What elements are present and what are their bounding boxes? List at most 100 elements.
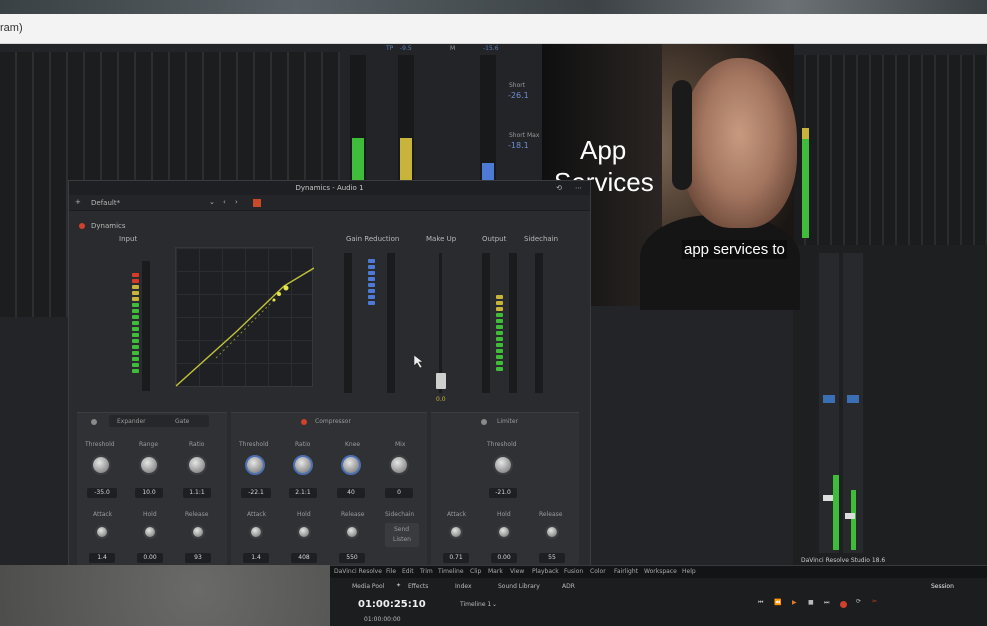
menu-timeline[interactable]: Timeline — [438, 568, 464, 575]
timeline-select[interactable]: Timeline 1 — [460, 601, 491, 608]
compressor-attack-knob[interactable] — [249, 525, 263, 539]
menu-clip[interactable]: Clip — [470, 568, 481, 575]
mixer-channel-strips: DaVinci Resolve Studio 18.6 — [793, 245, 987, 575]
expander-threshold-value[interactable]: -35.0 — [87, 488, 117, 498]
more-options-icon[interactable]: ⋯ — [575, 181, 582, 195]
menu-help[interactable]: Help — [682, 568, 696, 575]
limiter-title: Limiter — [497, 418, 519, 425]
expander-ratio-value[interactable]: 1.1:1 — [183, 488, 211, 498]
menu-color[interactable]: Color — [590, 568, 606, 575]
compressor-threshold-value[interactable]: -22.1 — [241, 488, 271, 498]
reset-icon[interactable]: ⟲ — [556, 181, 562, 195]
menu-fairlight[interactable]: Fairlight — [614, 568, 638, 575]
index-button[interactable]: Index — [455, 583, 472, 590]
transfer-curve-graph[interactable] — [175, 247, 315, 387]
compressor-threshold-knob[interactable] — [245, 455, 265, 475]
tp-label: TP — [386, 45, 394, 52]
menu-workspace[interactable]: Workspace — [644, 568, 677, 575]
bypass-icon[interactable] — [253, 199, 261, 207]
effects-button[interactable]: Effects — [408, 583, 428, 590]
limiter-attack-knob[interactable] — [449, 525, 463, 539]
effects-icon[interactable]: ✦ — [396, 582, 401, 589]
compressor-attack-value[interactable]: 1.4 — [243, 553, 269, 563]
expander-ratio-knob[interactable] — [187, 455, 207, 475]
desktop-background-top — [0, 0, 987, 14]
sidechain-meter — [535, 253, 543, 393]
compressor-title: Compressor — [315, 418, 351, 425]
dynamics-preset-bar: + Default* ⌄ ‹ › — [69, 195, 590, 211]
preset-dropdown-icon[interactable]: ⌄ — [209, 198, 215, 206]
expander-attack-value[interactable]: 1.4 — [89, 553, 115, 563]
add-preset-icon[interactable]: + — [75, 198, 81, 206]
compressor-hold-knob[interactable] — [297, 525, 311, 539]
compressor-mix-value[interactable]: 0 — [385, 488, 413, 498]
output-label: Output — [482, 235, 507, 243]
expander-enable-icon[interactable] — [91, 419, 97, 425]
next-preset-icon[interactable]: › — [235, 198, 238, 206]
send-label: Send — [394, 526, 410, 533]
compressor-release-value[interactable]: 550 — [339, 553, 365, 563]
menu-playback[interactable]: Playback — [532, 568, 559, 575]
compressor-ratio-knob[interactable] — [293, 455, 313, 475]
input-meter-right — [142, 261, 150, 391]
compressor-ratio-value[interactable]: 2.1:1 — [289, 488, 317, 498]
play-icon[interactable]: ▶ — [792, 599, 797, 606]
menu-edit[interactable]: Edit — [402, 568, 414, 575]
limiter-release-knob[interactable] — [545, 525, 559, 539]
menu-trim[interactable]: Trim — [420, 568, 433, 575]
compressor-hold-value[interactable]: 408 — [291, 553, 317, 563]
expander-attack-knob[interactable] — [95, 525, 109, 539]
forward-to-end-icon[interactable]: ⏭ — [824, 599, 829, 607]
loop-icon[interactable]: ⟳ — [856, 598, 861, 605]
menu-file[interactable]: File — [386, 568, 396, 575]
compressor-knee-value[interactable]: 40 — [337, 488, 365, 498]
mixer-meter-main — [802, 128, 809, 238]
expander-release-knob[interactable] — [191, 525, 205, 539]
limiter-enable-icon[interactable] — [481, 419, 487, 425]
limiter-hold-knob[interactable] — [497, 525, 511, 539]
tp-value: -9.5 — [400, 45, 412, 52]
expander-range-knob[interactable] — [139, 455, 159, 475]
rewind-icon[interactable]: ⏪ — [774, 599, 781, 606]
compressor-send-listen-button[interactable]: Send Listen — [385, 523, 419, 547]
limiter-attack-value[interactable]: 0.71 — [443, 553, 469, 563]
compressor-release-knob[interactable] — [345, 525, 359, 539]
record-icon[interactable] — [840, 601, 847, 608]
expander-tab[interactable]: Expander — [117, 418, 146, 425]
limiter-release-value[interactable]: 55 — [539, 553, 565, 563]
media-pool-button[interactable]: Media Pool — [352, 583, 384, 590]
limiter-threshold-knob[interactable] — [493, 455, 513, 475]
limiter-threshold-value[interactable]: -21.0 — [489, 488, 517, 498]
gain-reduction-meter-right — [387, 253, 395, 393]
compressor-mix-knob[interactable] — [389, 455, 409, 475]
short-label: Short — [509, 82, 526, 89]
stop-icon[interactable]: ■ — [808, 599, 814, 606]
expander-hold-value[interactable]: 0.00 — [137, 553, 163, 563]
compressor-knee-knob[interactable] — [341, 455, 361, 475]
preset-select[interactable]: Default* — [91, 199, 120, 207]
expander-release-value[interactable]: 93 — [185, 553, 211, 563]
timeline-dropdown-icon[interactable]: ⌄ — [492, 601, 497, 608]
expander-hold-knob[interactable] — [143, 525, 157, 539]
menu-mark[interactable]: Mark — [488, 568, 503, 575]
expander-threshold-knob[interactable] — [91, 455, 111, 475]
limiter-attack-label: Attack — [447, 511, 467, 518]
sound-library-button[interactable]: Sound Library — [498, 583, 540, 590]
gate-tab[interactable]: Gate — [175, 418, 189, 425]
makeup-fader-handle[interactable] — [436, 373, 446, 389]
session-button[interactable]: Session — [931, 583, 954, 590]
limiter-hold-value[interactable]: 0.00 — [491, 553, 517, 563]
expander-range-value[interactable]: 10.0 — [135, 488, 163, 498]
snap-icon[interactable]: ✂ — [872, 598, 877, 605]
dynamics-title-bar[interactable]: Dynamics - Audio 1 ⟲ ⋯ — [69, 181, 590, 195]
dynamics-enable-icon[interactable] — [79, 223, 85, 229]
rewind-to-start-icon[interactable]: ⏮ — [758, 599, 763, 607]
address-bar[interactable]: ram) — [0, 14, 987, 44]
adr-button[interactable]: ADR — [562, 583, 575, 590]
compressor-enable-icon[interactable] — [301, 419, 307, 425]
previous-preset-icon[interactable]: ‹ — [223, 198, 226, 206]
menu-view[interactable]: View — [510, 568, 524, 575]
menu-fusion[interactable]: Fusion — [564, 568, 583, 575]
menu-davinci[interactable]: DaVinci Resolve — [334, 568, 382, 575]
loudness-meter-1 — [350, 55, 366, 183]
